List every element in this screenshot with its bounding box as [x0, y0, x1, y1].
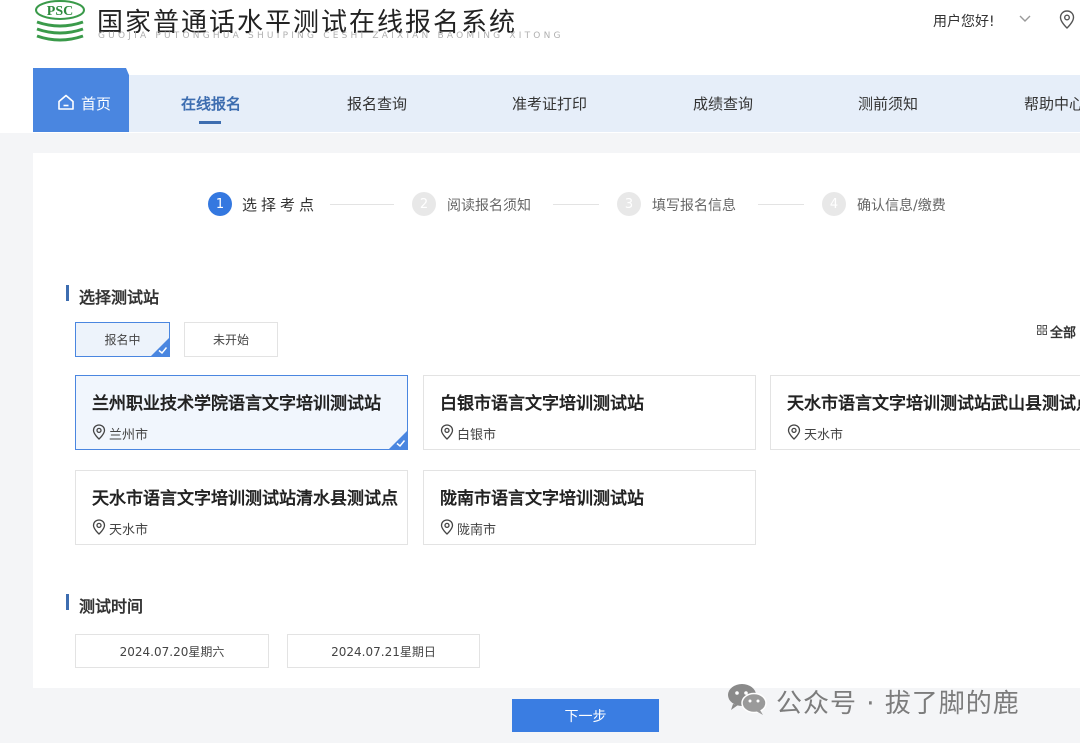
view-all-link[interactable]: 全部 [1050, 322, 1076, 341]
filter-not-started-label: 未开始 [212, 333, 249, 347]
step-connector [330, 204, 394, 205]
date-option-button[interactable]: 2024.07.20星期六 [75, 634, 269, 668]
nav-admission-ticket-print[interactable]: 准考证打印 [512, 93, 587, 114]
nav-online-registration[interactable]: 在线报名 [181, 93, 241, 114]
grid-icon[interactable] [1037, 325, 1047, 335]
step-1-number: 1 [208, 192, 232, 216]
check-icon [389, 431, 407, 449]
logo-text: PSC [47, 4, 73, 19]
step-2-number: 2 [412, 192, 436, 216]
location-pin-icon [787, 424, 801, 440]
watermark-text: 公众号 · 拔了脚的鹿 [776, 689, 1020, 719]
check-icon [151, 338, 169, 356]
date-option-button[interactable]: 2024.07.21星期日 [287, 634, 480, 668]
station-name: 兰州职业技术学院语言文字培训测试站 [92, 394, 381, 414]
nav-active-indicator [199, 121, 221, 124]
step-1-label: 选择考点 [242, 196, 319, 214]
filter-registering-button[interactable]: 报名中 [75, 322, 170, 357]
site-title-pinyin: GUOJIA PUTONGHUA SHUIPING CESHI ZAIXIAN … [98, 31, 564, 41]
section-marker [66, 285, 69, 301]
station-city: 天水市 [804, 428, 844, 443]
wechat-icon [728, 684, 767, 715]
filter-not-started-button[interactable]: 未开始 [184, 322, 278, 357]
user-greeting[interactable]: 用户您好! [933, 11, 995, 31]
station-city: 天水市 [109, 523, 149, 538]
station-card-lanzhou[interactable]: 兰州职业技术学院语言文字培训测试站 兰州市 [75, 375, 408, 450]
nav-registration-query[interactable]: 报名查询 [347, 93, 407, 114]
station-card-tianshui-qingshui[interactable]: 天水市语言文字培训测试站清水县测试点 天水市 [75, 470, 408, 545]
time-section-title: 测试时间 [79, 597, 144, 616]
station-name: 白银市语言文字培训测试站 [440, 394, 644, 414]
station-section-title: 选择测试站 [79, 288, 160, 307]
chevron-down-icon[interactable] [1018, 14, 1032, 24]
nav-home-label[interactable]: 首页 [81, 93, 111, 114]
step-2-label: 阅读报名须知 [447, 198, 531, 214]
location-pin-icon [92, 519, 106, 535]
location-pin-icon[interactable] [1059, 10, 1075, 29]
station-name: 陇南市语言文字培训测试站 [440, 489, 644, 509]
step-3-number: 3 [617, 192, 641, 216]
station-card-longnan[interactable]: 陇南市语言文字培训测试站 陇南市 [423, 470, 756, 545]
station-city: 兰州市 [109, 428, 149, 443]
next-step-button[interactable]: 下一步 [512, 699, 659, 732]
psc-logo: PSC [35, 0, 85, 42]
step-4-number: 4 [822, 192, 846, 216]
nav-help-center[interactable]: 帮助中心 [1024, 93, 1080, 114]
station-city: 白银市 [457, 428, 497, 443]
station-name: 天水市语言文字培训测试站武山县测试点 [787, 394, 1080, 414]
section-marker [66, 594, 69, 610]
step-4-label: 确认信息/缴费 [857, 198, 946, 214]
station-name: 天水市语言文字培训测试站清水县测试点 [92, 489, 398, 509]
nav-pre-test-notice[interactable]: 测前须知 [858, 93, 918, 114]
location-pin-icon [440, 519, 454, 535]
location-pin-icon [440, 424, 454, 440]
nav-score-query[interactable]: 成绩查询 [693, 93, 753, 114]
step-connector [553, 204, 599, 205]
location-pin-icon [92, 424, 106, 440]
station-card-tianshui-wushan[interactable]: 天水市语言文字培训测试站武山县测试点 天水市 [770, 375, 1080, 450]
step-connector [758, 204, 804, 205]
filter-registering-label: 报名中 [104, 333, 141, 347]
step-3-label: 填写报名信息 [652, 198, 736, 214]
station-card-baiyin[interactable]: 白银市语言文字培训测试站 白银市 [423, 375, 756, 450]
home-icon[interactable] [57, 93, 75, 111]
station-city: 陇南市 [457, 523, 497, 538]
